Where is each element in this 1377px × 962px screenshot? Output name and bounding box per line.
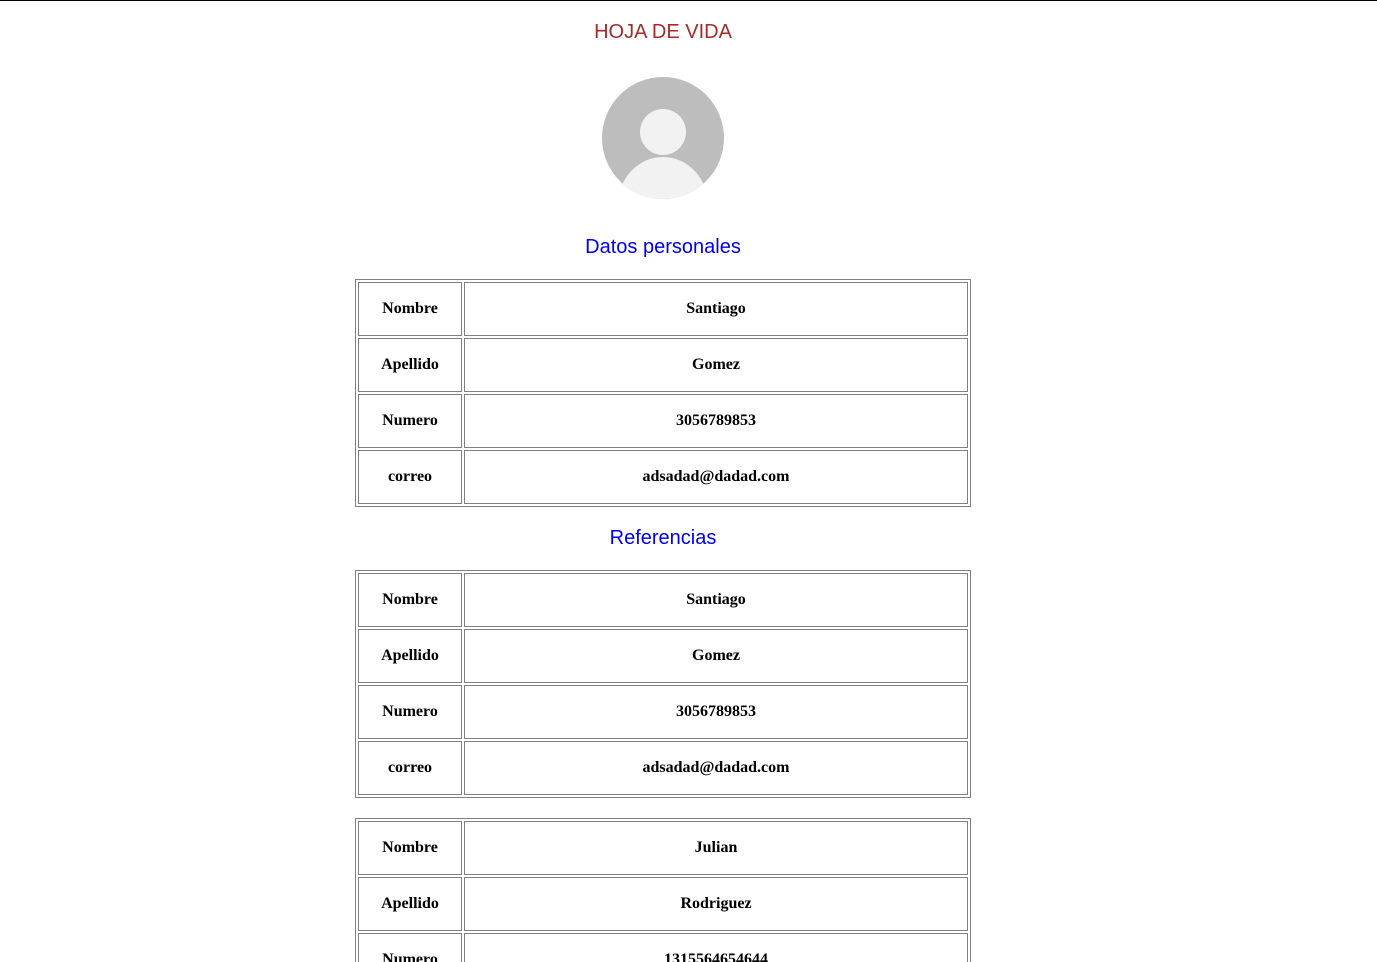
references-heading: Referencias [609,527,717,549]
row-label: Numero [358,394,462,448]
row-value: adsadad@dadad.com [464,450,968,504]
table-row: Numero 3056789853 [358,394,968,448]
row-label: Apellido [358,877,462,931]
table-row: Nombre Santiago [358,573,968,627]
table-row: Nombre Santiago [358,282,968,336]
table-row: Apellido Gomez [358,629,968,683]
row-label: Numero [358,933,462,962]
row-value: 3056789853 [464,685,968,739]
page-title: HOJA DE VIDA [594,21,732,43]
reference-table: Nombre Santiago Apellido Gomez Numero 30… [355,570,971,798]
row-label: Apellido [358,338,462,392]
row-label: Numero [358,685,462,739]
table-row: Numero 1315564654644 [358,933,968,962]
row-label: Nombre [358,821,462,875]
row-label: Nombre [358,573,462,627]
personal-data-heading: Datos personales [585,236,741,258]
table-row: Apellido Gomez [358,338,968,392]
row-label: Nombre [358,282,462,336]
row-label: correo [358,450,462,504]
table-row: Nombre Julian [358,821,968,875]
table-row: Apellido Rodriguez [358,877,968,931]
personal-data-table: Nombre Santiago Apellido Gomez Numero 30… [355,279,971,507]
reference-table: Nombre Julian Apellido Rodriguez Numero … [355,818,971,962]
row-value: Santiago [464,573,968,627]
row-value: 3056789853 [464,394,968,448]
table-row: correo adsadad@dadad.com [358,741,968,795]
row-value: Santiago [464,282,968,336]
avatar-icon [602,77,724,199]
table-row: correo adsadad@dadad.com [358,450,968,504]
row-value: Rodriguez [464,877,968,931]
row-value: Gomez [464,629,968,683]
table-row: Numero 3056789853 [358,685,968,739]
row-value: Julian [464,821,968,875]
row-label: Apellido [358,629,462,683]
row-label: correo [358,741,462,795]
resume-page: HOJA DE VIDA Datos personales Nombre San… [0,0,1326,962]
row-value: 1315564654644 [464,933,968,962]
row-value: Gomez [464,338,968,392]
row-value: adsadad@dadad.com [464,741,968,795]
